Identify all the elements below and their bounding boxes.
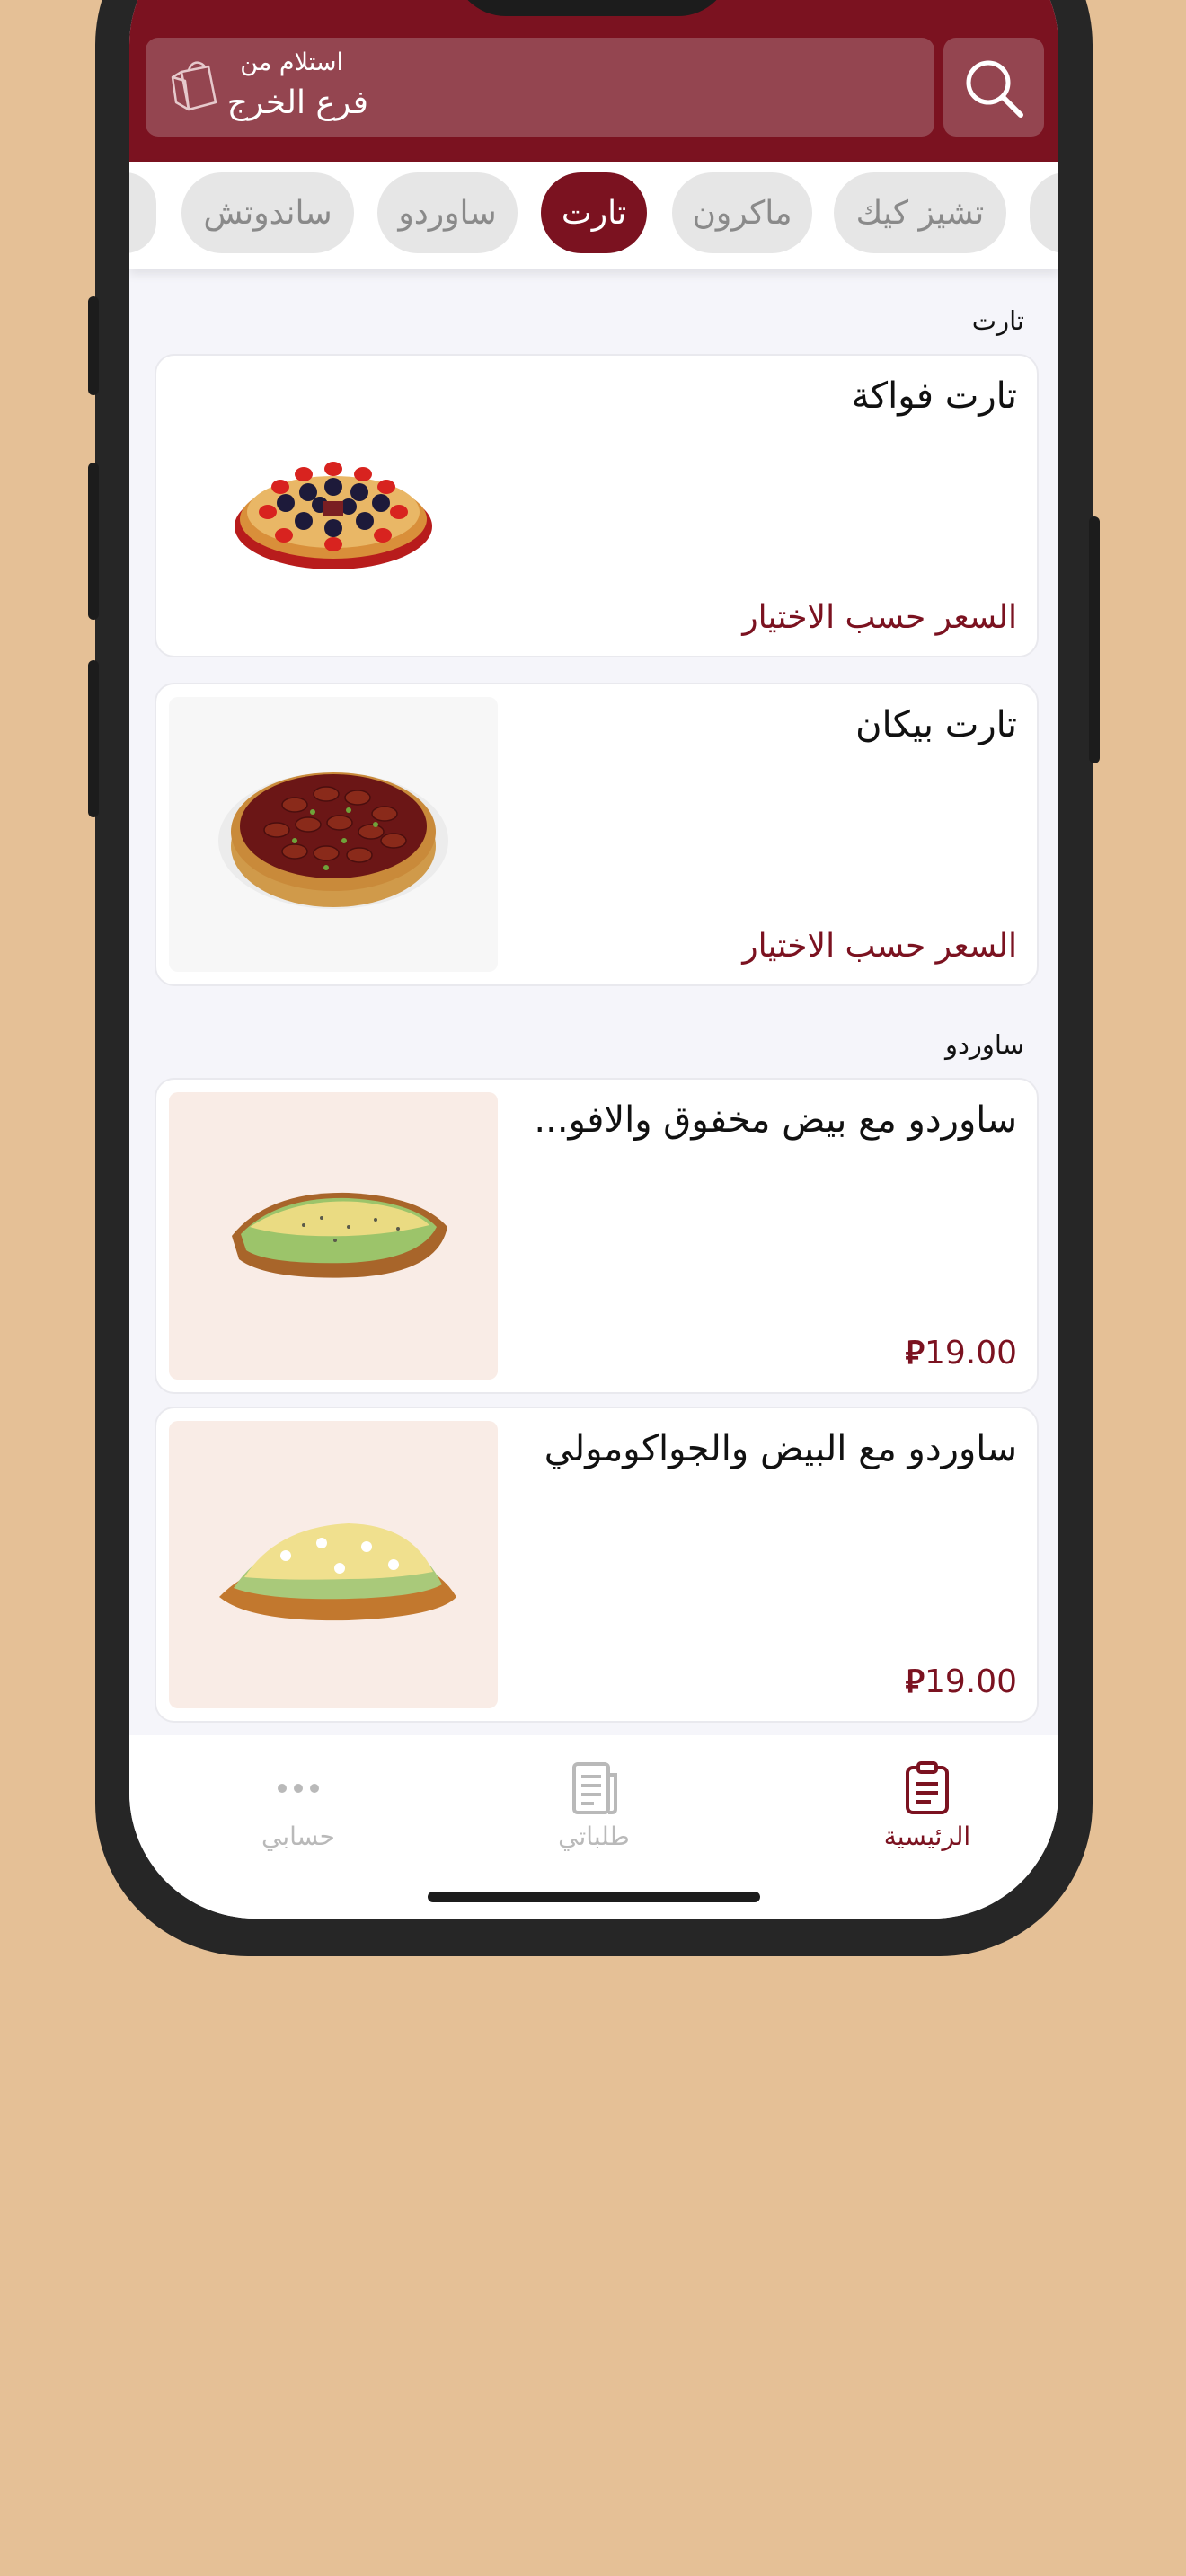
- app-header: استلام من فرع الخرج: [129, 0, 1058, 162]
- tab-partial-left[interactable]: [129, 172, 156, 253]
- product-price: ⃁19.00: [905, 1663, 1017, 1700]
- volume-up-button: [88, 463, 99, 620]
- product-card[interactable]: تارت بيكان السعر حسب الاختيار: [155, 683, 1039, 986]
- clipboard-icon: [906, 1761, 949, 1814]
- riyal-symbol-icon: ⃁: [905, 1335, 925, 1372]
- nav-orders[interactable]: طلباتي: [504, 1760, 684, 1859]
- pecan-tart-image: [169, 697, 498, 972]
- nav-home[interactable]: الرئيسية: [837, 1760, 1017, 1859]
- tab-cheesecake[interactable]: تشيز كيك: [834, 172, 1006, 253]
- tab-partial-right[interactable]: [1030, 172, 1058, 253]
- tab-tart[interactable]: تارت: [541, 172, 647, 253]
- product-name: ساوردو مع البيض والجواكومولي: [544, 1428, 1017, 1469]
- riyal-symbol-icon: ⃁: [905, 1663, 925, 1700]
- app-screen: استلام من فرع الخرج ساندوتش ساوردو تارت …: [129, 0, 1058, 1919]
- power-button: [1089, 516, 1100, 763]
- product-price: السعر حسب الاختيار: [742, 928, 1017, 965]
- product-name: تارت فواكة: [851, 375, 1017, 417]
- product-card[interactable]: تارت فواكة السعر حسب الاختيار: [155, 354, 1039, 657]
- search-button[interactable]: [943, 38, 1044, 137]
- nav-home-label: الرئيسية: [883, 1822, 971, 1851]
- more-dots-icon: [278, 1784, 319, 1793]
- pickup-branch-name: فرع الخرج: [226, 84, 368, 121]
- tab-sourdough[interactable]: ساوردو: [377, 172, 518, 253]
- pickup-branch-selector[interactable]: استلام من فرع الخرج: [146, 38, 934, 137]
- receipt-icon: [572, 1762, 617, 1814]
- product-price: ⃁19.00: [905, 1335, 1017, 1372]
- side-button: [88, 296, 99, 395]
- product-card[interactable]: ساوردو مع بيض مخفوق والافو... ⃁19.00: [155, 1078, 1039, 1394]
- product-name: تارت بيكان: [855, 704, 1017, 745]
- product-card[interactable]: ساوردو مع البيض والجواكومولي ⃁19.00: [155, 1407, 1039, 1723]
- shopping-bag-icon: [171, 61, 217, 111]
- nav-account[interactable]: حسابي: [208, 1760, 388, 1859]
- menu-list: تارت تارت فواكة السعر حسب الاختيار تارت …: [129, 269, 1058, 1805]
- fruit-tart-image: [169, 368, 498, 643]
- tab-sandwich[interactable]: ساندوتش: [181, 172, 354, 253]
- volume-down-button: [88, 660, 99, 817]
- sourdough-guacamole-image: [169, 1421, 498, 1708]
- pickup-label: استلام من: [240, 49, 343, 76]
- product-price: السعر حسب الاختيار: [742, 599, 1017, 636]
- dynamic-island: [453, 0, 731, 16]
- nav-orders-label: طلباتي: [558, 1822, 630, 1851]
- nav-account-label: حسابي: [261, 1822, 335, 1851]
- product-name: ساوردو مع بيض مخفوق والافو...: [534, 1099, 1017, 1141]
- category-tabs: ساندوتش ساوردو تارت ماكرون تشيز كيك: [129, 162, 1058, 269]
- section-title-tart: تارت: [971, 305, 1024, 336]
- home-indicator: [428, 1892, 760, 1902]
- tab-macaron[interactable]: ماكرون: [672, 172, 812, 253]
- sourdough-avocado-image: [169, 1092, 498, 1380]
- search-icon: [966, 60, 1023, 118]
- section-title-sourdough: ساوردو: [944, 1029, 1024, 1060]
